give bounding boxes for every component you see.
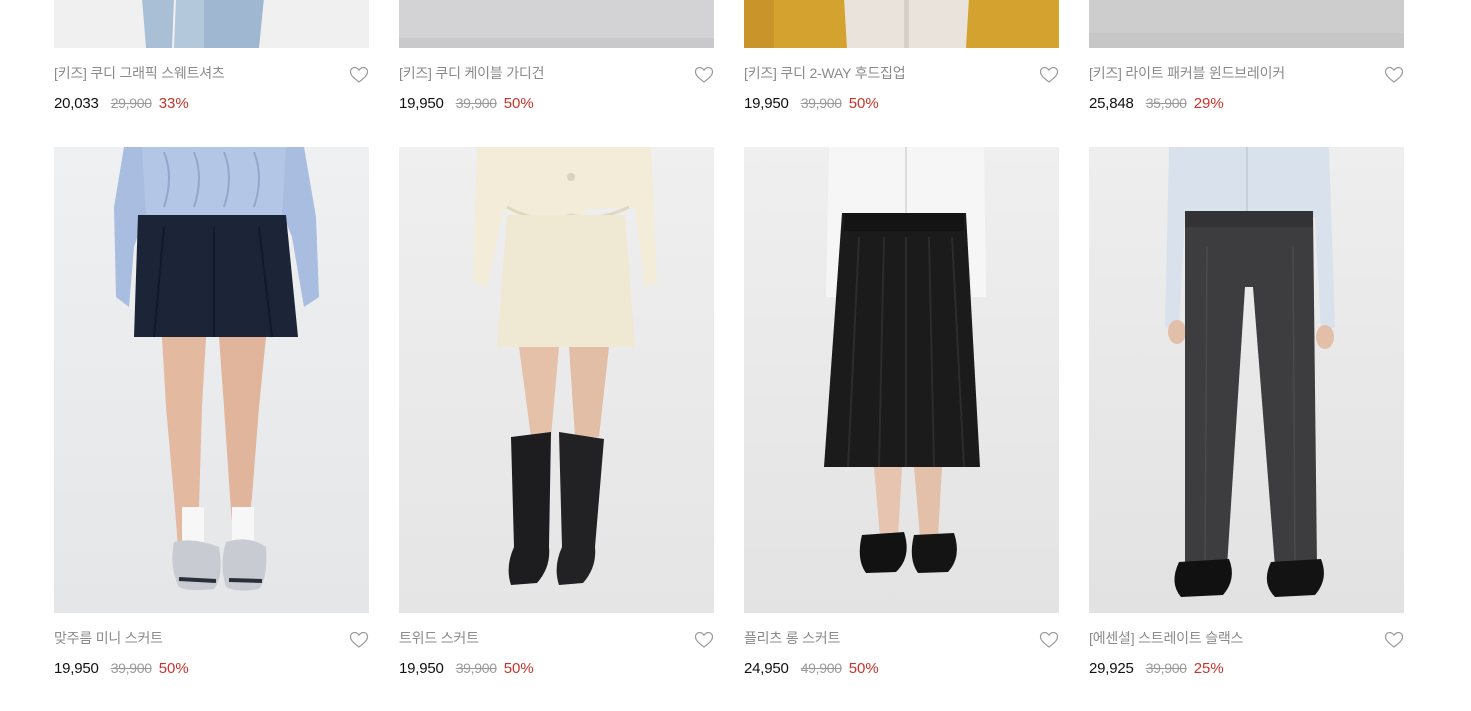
sale-price: 19,950 xyxy=(744,95,789,112)
product-card[interactable]: [키즈] 쿠디 그래픽 스웨트셔츠 20,033 29,900 33% xyxy=(54,0,369,113)
discount-rate: 33% xyxy=(158,95,189,112)
wishlist-heart-icon[interactable] xyxy=(349,66,369,84)
discount-rate: 50% xyxy=(503,660,534,677)
product-card[interactable]: 맞주름 미니 스커트 19,950 39,900 50% xyxy=(54,147,369,678)
sale-price: 29,925 xyxy=(1089,660,1134,677)
price-line: 19,950 39,900 50% xyxy=(744,94,1059,113)
product-image[interactable] xyxy=(54,0,369,48)
discount-rate: 50% xyxy=(503,95,534,112)
sale-price: 19,950 xyxy=(399,95,444,112)
product-image[interactable] xyxy=(399,0,714,48)
wishlist-heart-icon[interactable] xyxy=(349,631,369,649)
sale-price: 24,950 xyxy=(744,660,789,677)
product-name[interactable]: 맞주름 미니 스커트 xyxy=(54,629,369,647)
price-line: 24,950 49,900 50% xyxy=(744,659,1059,678)
original-price: 49,900 xyxy=(800,660,842,676)
price-line: 20,033 29,900 33% xyxy=(54,94,369,113)
sale-price: 19,950 xyxy=(399,660,444,677)
price-line: 29,925 39,900 25% xyxy=(1089,659,1404,678)
wishlist-heart-icon[interactable] xyxy=(694,66,714,84)
discount-rate: 29% xyxy=(1193,95,1224,112)
product-name[interactable]: [키즈] 쿠디 2-WAY 후드집업 xyxy=(744,64,1059,82)
product-name[interactable]: 플리츠 롱 스커트 xyxy=(744,629,1059,647)
price-line: 19,950 39,900 50% xyxy=(54,659,369,678)
sale-price: 20,033 xyxy=(54,95,99,112)
product-card[interactable]: [키즈] 쿠디 2-WAY 후드집업 19,950 39,900 50% xyxy=(744,0,1059,113)
price-line: 19,950 39,900 50% xyxy=(399,94,714,113)
original-price: 39,900 xyxy=(800,95,842,111)
original-price: 39,900 xyxy=(110,660,152,676)
price-line: 19,950 39,900 50% xyxy=(399,659,714,678)
product-image[interactable] xyxy=(1089,147,1404,613)
product-card[interactable]: [키즈] 라이트 패커블 윈드브레이커 25,848 35,900 29% xyxy=(1089,0,1404,113)
wishlist-heart-icon[interactable] xyxy=(1384,66,1404,84)
price-line: 25,848 35,900 29% xyxy=(1089,94,1404,113)
original-price: 39,900 xyxy=(1145,660,1187,676)
product-card[interactable]: [키즈] 쿠디 케이블 가디건 19,950 39,900 50% xyxy=(399,0,714,113)
product-card[interactable]: 트위드 스커트 19,950 39,900 50% xyxy=(399,147,714,678)
original-price: 35,900 xyxy=(1145,95,1187,111)
wishlist-heart-icon[interactable] xyxy=(1039,631,1059,649)
original-price: 39,900 xyxy=(455,660,497,676)
product-image[interactable] xyxy=(744,147,1059,613)
discount-rate: 50% xyxy=(848,660,879,677)
wishlist-heart-icon[interactable] xyxy=(1384,631,1404,649)
product-image[interactable] xyxy=(399,147,714,613)
product-image[interactable] xyxy=(1089,0,1404,48)
product-name[interactable]: [키즈] 라이트 패커블 윈드브레이커 xyxy=(1089,64,1404,82)
product-card[interactable]: [에센셜] 스트레이트 슬랙스 29,925 39,900 25% xyxy=(1089,147,1404,678)
product-name[interactable]: 트위드 스커트 xyxy=(399,629,714,647)
discount-rate: 50% xyxy=(848,95,879,112)
product-image[interactable] xyxy=(744,0,1059,48)
product-image[interactable] xyxy=(54,147,369,613)
product-name[interactable]: [에센셜] 스트레이트 슬랙스 xyxy=(1089,629,1404,647)
original-price: 29,900 xyxy=(110,95,152,111)
discount-rate: 50% xyxy=(158,660,189,677)
original-price: 39,900 xyxy=(455,95,497,111)
wishlist-heart-icon[interactable] xyxy=(1039,66,1059,84)
sale-price: 19,950 xyxy=(54,660,99,677)
wishlist-heart-icon[interactable] xyxy=(694,631,714,649)
product-name[interactable]: [키즈] 쿠디 그래픽 스웨트셔츠 xyxy=(54,64,369,82)
product-card[interactable]: 플리츠 롱 스커트 24,950 49,900 50% xyxy=(744,147,1059,678)
discount-rate: 25% xyxy=(1193,660,1224,677)
sale-price: 25,848 xyxy=(1089,95,1134,112)
product-name[interactable]: [키즈] 쿠디 케이블 가디건 xyxy=(399,64,714,82)
